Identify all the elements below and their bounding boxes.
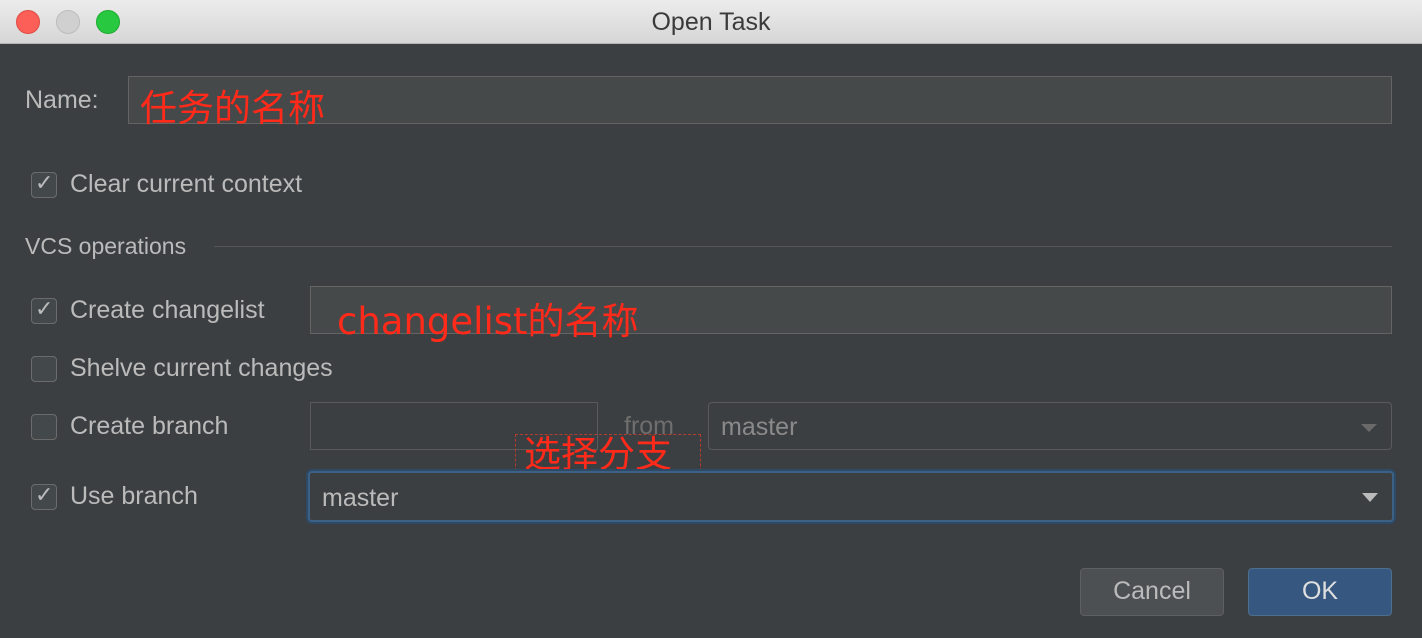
window-title: Open Task xyxy=(651,8,771,36)
shelve-changes-label: Shelve current changes xyxy=(70,354,333,382)
create-changelist-label: Create changelist xyxy=(70,296,265,324)
name-label: Name: xyxy=(25,86,99,114)
use-branch-dropdown[interactable]: master xyxy=(308,471,1394,522)
create-branch-label: Create branch xyxy=(70,412,229,440)
section-divider xyxy=(214,246,1392,247)
use-branch-annotation: 选择分支 xyxy=(515,434,701,476)
changelist-annotation: changelist的名称 xyxy=(337,300,639,343)
cancel-button[interactable]: Cancel xyxy=(1080,568,1224,616)
create-branch-checkbox[interactable] xyxy=(31,414,57,440)
checkmark-icon: ✓ xyxy=(35,483,54,508)
title-bar: Open Task xyxy=(0,0,1422,44)
chevron-down-icon xyxy=(1362,493,1378,502)
shelve-changes-checkbox[interactable] xyxy=(31,356,57,382)
from-branch-value: master xyxy=(721,413,798,441)
checkmark-icon: ✓ xyxy=(35,297,54,322)
clear-context-checkbox[interactable]: ✓ xyxy=(31,171,57,198)
name-annotation: 任务的名称 xyxy=(140,87,325,130)
ok-button[interactable]: OK xyxy=(1248,568,1392,616)
use-branch-value: master xyxy=(322,484,399,512)
use-branch-label: Use branch xyxy=(70,482,198,510)
checkmark-icon: ✓ xyxy=(35,171,54,196)
create-changelist-checkbox[interactable]: ✓ xyxy=(31,297,57,324)
vcs-section-label: VCS operations xyxy=(25,233,187,259)
from-branch-dropdown[interactable]: master xyxy=(708,402,1392,450)
clear-context-label: Clear current context xyxy=(70,170,303,198)
use-branch-checkbox[interactable]: ✓ xyxy=(31,483,57,510)
chevron-down-icon xyxy=(1361,424,1377,432)
